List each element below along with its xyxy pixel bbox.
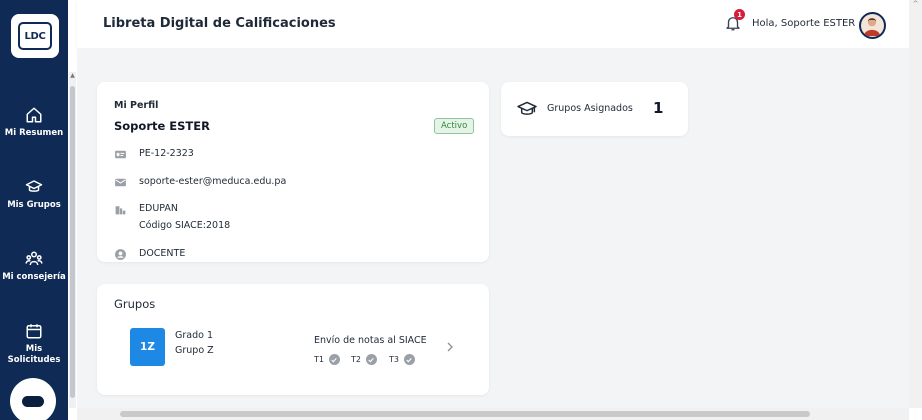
profile-role: DOCENTE bbox=[139, 248, 186, 259]
people-icon bbox=[25, 251, 43, 266]
profile-school: EDUPAN bbox=[139, 203, 178, 214]
sidebar-item-mi-consejeria[interactable]: Mi consejería bbox=[0, 250, 68, 283]
scroll-up-arrow-icon[interactable]: ▲ bbox=[69, 72, 76, 79]
term-t1: T1 bbox=[314, 354, 340, 365]
chat-icon bbox=[22, 395, 44, 407]
profile-school-row: EDUPAN Código SIACE:2018 bbox=[114, 202, 230, 233]
profile-email: soporte-ester@meduca.edu.pa bbox=[139, 176, 287, 187]
profile-card: Mi Perfil Soporte ESTER Activo PE-12-232… bbox=[97, 82, 489, 262]
profile-school-block: EDUPAN Código SIACE:2018 bbox=[139, 202, 230, 233]
user-circle-icon bbox=[115, 249, 126, 260]
sidebar-item-label: Mis Solicitudes bbox=[7, 344, 61, 365]
status-badge: Activo bbox=[434, 118, 475, 134]
assigned-groups-card[interactable]: Grupos Asignados 1 bbox=[501, 82, 688, 136]
sidebar-scrollbar-thumb[interactable] bbox=[70, 86, 75, 398]
group-grade: Grado 1 bbox=[175, 330, 213, 341]
sidebar-item-mi-resumen[interactable]: Mi Resumen bbox=[0, 106, 68, 139]
logo-text: LDC bbox=[18, 22, 52, 50]
profile-role-row: DOCENTE bbox=[114, 247, 185, 261]
profile-email-row: soporte-ester@meduca.edu.pa bbox=[114, 175, 286, 189]
assigned-groups-label: Grupos Asignados bbox=[547, 103, 633, 114]
app-logo[interactable]: LDC bbox=[11, 14, 59, 58]
home-icon bbox=[26, 107, 42, 123]
notification-badge: 1 bbox=[734, 9, 745, 20]
chat-button[interactable] bbox=[10, 378, 56, 420]
profile-heading: Mi Perfil bbox=[114, 100, 159, 111]
groups-title: Grupos bbox=[114, 297, 156, 311]
profile-name: Soporte ESTER bbox=[114, 119, 210, 133]
sidebar: LDC Mi Resumen Mis Grupos Mi consejería bbox=[0, 0, 68, 420]
group-name: Grupo Z bbox=[175, 345, 214, 356]
check-icon bbox=[403, 354, 415, 365]
profile-siace-code: Código SIACE:2018 bbox=[139, 220, 231, 231]
siace-submission-label: Envío de notas al SIACE bbox=[314, 335, 427, 346]
mail-icon bbox=[115, 178, 126, 187]
page-scroll-up-icon[interactable]: ^ bbox=[909, 0, 922, 8]
term-label: T2 bbox=[351, 355, 361, 364]
group-tile: 1Z bbox=[130, 328, 165, 366]
sidebar-item-label: Mi consejería bbox=[2, 272, 66, 282]
page-scrollbar-track[interactable] bbox=[909, 0, 922, 408]
sidebar-item-mis-grupos[interactable]: Mis Grupos bbox=[0, 178, 68, 211]
term-t2: T2 bbox=[351, 354, 377, 365]
user-avatar-icon bbox=[863, 18, 881, 36]
calendar-icon bbox=[26, 324, 42, 339]
building-icon bbox=[115, 206, 126, 215]
profile-id-row: PE-12-2323 bbox=[114, 147, 194, 161]
horizontal-scrollbar-thumb[interactable] bbox=[120, 411, 810, 417]
graduation-cap-icon bbox=[517, 101, 537, 115]
sidebar-item-mis-solicitudes[interactable]: Mis Solicitudes bbox=[0, 322, 68, 366]
check-icon bbox=[328, 354, 340, 365]
top-header: Libreta Digital de Calificaciones 1 Hola… bbox=[77, 0, 909, 48]
sidebar-item-label: Mis Grupos bbox=[7, 200, 61, 210]
avatar[interactable] bbox=[859, 12, 886, 39]
sidebar-item-label: Mi Resumen bbox=[4, 128, 64, 138]
user-greeting: Hola, Soporte ESTER bbox=[752, 18, 856, 29]
graduation-cap-icon bbox=[25, 180, 43, 192]
check-icon bbox=[365, 354, 377, 365]
term-label: T1 bbox=[314, 355, 324, 364]
app-title: Libreta Digital de Calificaciones bbox=[103, 16, 336, 31]
assigned-groups-count: 1 bbox=[653, 99, 664, 117]
chevron-right-icon[interactable] bbox=[446, 342, 454, 352]
term-label: T3 bbox=[389, 355, 399, 364]
id-card-icon bbox=[115, 150, 126, 159]
term-t3: T3 bbox=[389, 354, 415, 365]
profile-id-number: PE-12-2323 bbox=[139, 148, 194, 159]
groups-card: Grupos 1Z Grado 1 Grupo Z Envío de notas… bbox=[97, 284, 489, 395]
